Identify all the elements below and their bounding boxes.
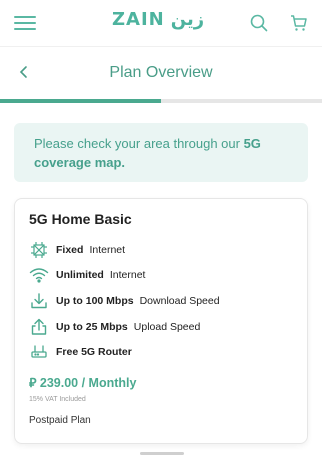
menu-icon[interactable]	[14, 13, 36, 33]
search-icon[interactable]	[250, 14, 268, 32]
feature-unlimited: Unlimited Internet	[29, 263, 293, 289]
feature-bold: Free 5G Router	[56, 346, 132, 359]
back-chevron-icon[interactable]	[18, 64, 30, 85]
feature-router: Free 5G Router	[29, 339, 293, 365]
coverage-notice: Please check your area through our 5G co…	[14, 123, 308, 182]
zain-logo[interactable]: ZAIN زين	[112, 9, 204, 30]
feature-bold: Unlimited	[56, 269, 104, 282]
feature-text: Upload Speed	[133, 320, 201, 333]
logo-latin-text: ZAIN	[112, 9, 165, 30]
download-icon	[29, 291, 49, 311]
plan-name: 5G Home Basic	[29, 211, 132, 227]
home-indicator	[140, 452, 184, 455]
router-icon	[29, 342, 49, 362]
feature-text: Download Speed	[139, 294, 220, 307]
feature-bold: Up to 100 Mbps	[56, 294, 134, 307]
upload-icon	[29, 317, 49, 337]
cart-icon[interactable]	[290, 14, 308, 32]
feature-text: Internet	[89, 243, 126, 256]
feature-text: Internet	[109, 269, 146, 282]
feature-download: Up to 100 Mbps Download Speed	[29, 288, 293, 314]
top-bar: ZAIN زين	[0, 0, 322, 46]
plan-price: ⃁ 239.00 / Monthly	[29, 375, 137, 390]
wifi-icon	[29, 265, 49, 285]
vat-note: 15% VAT Included	[29, 395, 86, 403]
feature-bold: Up to 25 Mbps	[56, 320, 128, 333]
plan-type: Postpaid Plan	[29, 414, 91, 426]
logo-arabic-text: زين	[170, 9, 205, 30]
progress-fill	[0, 99, 161, 103]
progress-bar	[0, 99, 322, 103]
page-title: Plan Overview	[109, 63, 213, 81]
feature-upload: Up to 25 Mbps Upload Speed	[29, 314, 293, 340]
fixed-network-icon	[29, 240, 49, 260]
notice-text: Please check your area through our	[34, 136, 244, 151]
page-header: Plan Overview	[0, 46, 322, 98]
plan-card[interactable]: 5G Home Basic Fixed Internet Unlimited I…	[14, 198, 308, 444]
feature-fixed: Fixed Internet	[29, 237, 293, 263]
feature-bold: Fixed	[56, 243, 84, 256]
